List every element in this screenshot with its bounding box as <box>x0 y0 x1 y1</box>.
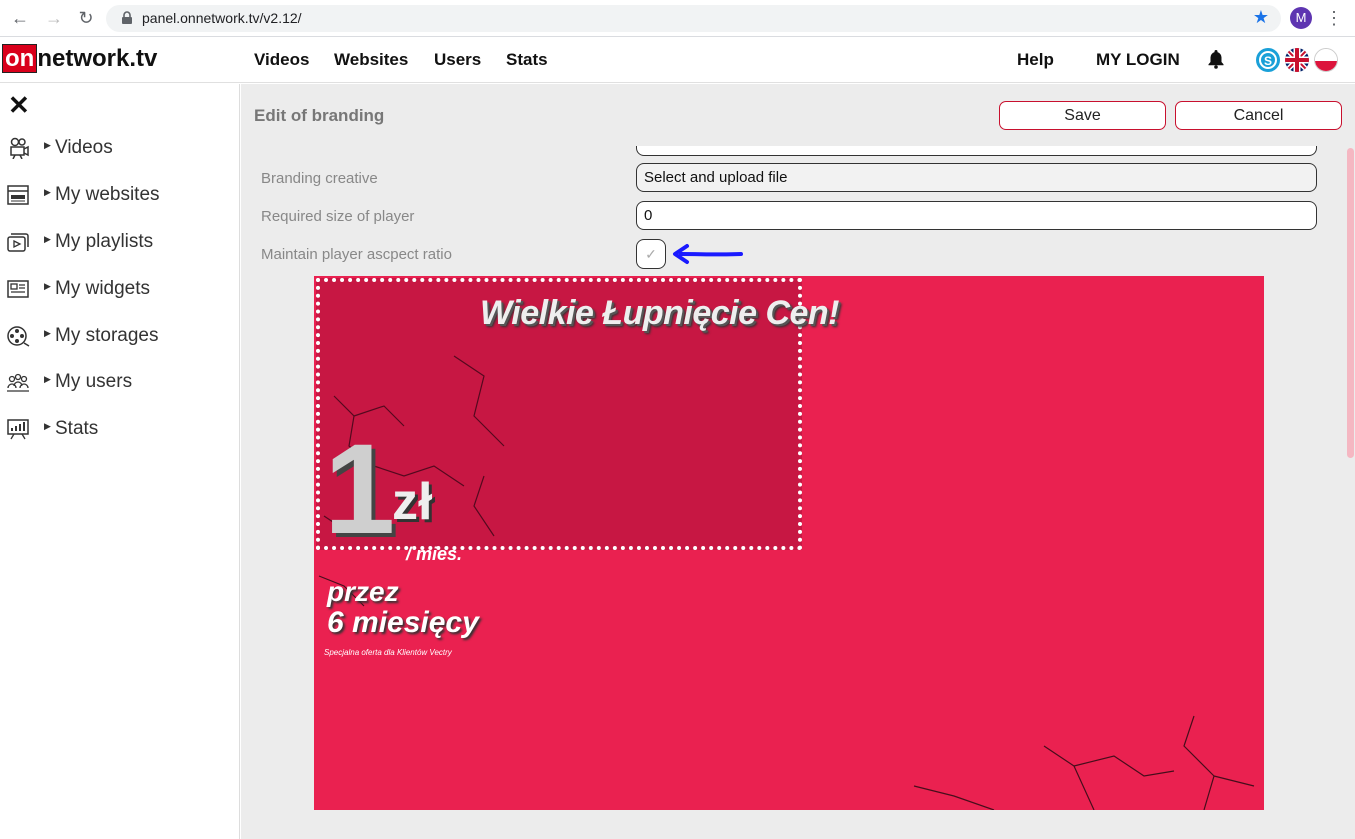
branding-preview-image: Wielkie Łupnięcie Cen! 1 zł / mies. prze… <box>314 276 1264 810</box>
sidebar-item-my-users[interactable]: ▶ My users <box>6 369 231 395</box>
preview-headline: Wielkie Łupnięcie Cen! <box>480 294 840 332</box>
logo[interactable]: on network.tv <box>2 44 158 73</box>
reload-icon[interactable]: ↻ <box>74 6 98 30</box>
nav-videos[interactable]: Videos <box>254 50 309 70</box>
caret-right-icon: ▶ <box>44 281 51 291</box>
branding-creative-label: Branding creative <box>261 170 378 187</box>
arrow-left-icon[interactable]: ← <box>8 6 32 30</box>
caret-right-icon: ▶ <box>44 421 51 431</box>
logo-text: network.tv <box>37 45 158 72</box>
caret-right-icon: ▶ <box>44 328 51 338</box>
page-title: Edit of branding <box>254 106 385 125</box>
camera-icon <box>10 137 29 159</box>
app-header: on network.tv Videos Websites Users Stats… <box>0 38 1355 83</box>
sidebar-item-label: Videos <box>55 137 113 158</box>
sidebar-item-my-websites[interactable]: ▶ My websites <box>6 182 231 208</box>
nav-my-login[interactable]: MY LOGIN <box>1096 50 1180 70</box>
chart-icon <box>7 419 29 440</box>
branding-form: Branding creative Select and upload file… <box>241 146 1341 839</box>
sidebar-item-label: Stats <box>55 418 99 439</box>
browser-window-icon <box>7 185 29 205</box>
player-size-label: Required size of player <box>261 208 415 225</box>
sidebar-item-label: My storages <box>55 325 159 346</box>
save-button[interactable]: Save <box>999 101 1166 130</box>
aspect-ratio-label: Maintain player ascpect ratio <box>261 246 452 263</box>
scrollbar-thumb[interactable] <box>1347 148 1354 458</box>
svg-text:S: S <box>1264 54 1272 68</box>
scrollbar[interactable] <box>1345 146 1355 839</box>
arrow-left-icon <box>673 244 743 264</box>
film-reel-icon <box>7 326 30 347</box>
users-icon <box>7 373 29 392</box>
nav-websites[interactable]: Websites <box>334 50 408 70</box>
preview-promo-line2: 6 miesięcy <box>327 606 479 639</box>
bookmark-star-icon[interactable]: ★ <box>1253 7 1269 28</box>
arrow-right-icon[interactable]: → <box>42 6 66 30</box>
lock-icon <box>122 11 132 24</box>
poland-flag-icon[interactable] <box>1314 48 1338 72</box>
sidebar-item-label: My playlists <box>55 231 154 252</box>
logo-prefix: on <box>2 44 38 73</box>
sidebar-item-my-storages[interactable]: ▶ My storages <box>6 323 231 349</box>
branding-edit-panel: Edit of branding Save Cancel Branding cr… <box>241 84 1355 839</box>
nav-stats[interactable]: Stats <box>506 50 548 70</box>
sidebar-item-my-playlists[interactable]: ▶ My playlists <box>6 229 231 255</box>
close-icon[interactable]: ✕ <box>8 90 30 121</box>
caret-right-icon: ▶ <box>44 234 51 244</box>
bell-icon[interactable] <box>1207 49 1225 69</box>
aspect-ratio-checkbox[interactable]: ✓ <box>636 239 666 269</box>
widget-icon <box>7 280 29 298</box>
preview-price-unit: / mies. <box>406 544 463 564</box>
sidebar-item-my-widgets[interactable]: ▶ My widgets <box>6 276 231 302</box>
nav-help[interactable]: Help <box>1017 50 1054 70</box>
preview-price-currency: zł <box>392 473 433 531</box>
nav-users[interactable]: Users <box>434 50 481 70</box>
sidebar-item-label: My users <box>55 371 133 392</box>
preview-promo-line1: przez <box>327 576 399 607</box>
sidebar-item-label: My websites <box>55 184 160 205</box>
sidebar-item-videos[interactable]: ▶ Videos <box>6 135 231 161</box>
preview-price-number: 1 <box>324 418 395 561</box>
sidebar-item-stats[interactable]: ▶ Stats <box>6 416 231 442</box>
browser-toolbar: ← → ↻ panel.onnetwork.tv/v2.12/ ★ M ⋮ <box>0 0 1355 37</box>
player-size-input[interactable]: 0 <box>636 201 1317 230</box>
sidebar-item-label: My widgets <box>55 278 151 299</box>
caret-right-icon: ▶ <box>44 374 51 384</box>
caret-right-icon: ▶ <box>44 140 51 150</box>
profile-avatar[interactable]: M <box>1290 7 1312 29</box>
skype-icon[interactable]: S <box>1256 48 1280 72</box>
sidebar: ✕ ▶ Videos ▶ My websites ▶ My playlists … <box>0 84 240 839</box>
scrolled-field[interactable] <box>636 146 1317 156</box>
cancel-button[interactable]: Cancel <box>1175 101 1342 130</box>
branding-creative-upload[interactable]: Select and upload file <box>636 163 1317 192</box>
uk-flag-icon[interactable] <box>1285 48 1309 72</box>
preview-promo-small: Specjalna oferta dla Klientów Vectry <box>324 648 452 657</box>
caret-right-icon: ▶ <box>44 187 51 197</box>
more-menu-icon[interactable]: ⋮ <box>1325 7 1343 29</box>
url-text: panel.onnetwork.tv/v2.12/ <box>142 10 302 26</box>
address-bar[interactable]: panel.onnetwork.tv/v2.12/ ★ <box>106 5 1281 32</box>
playlist-icon <box>7 233 29 252</box>
